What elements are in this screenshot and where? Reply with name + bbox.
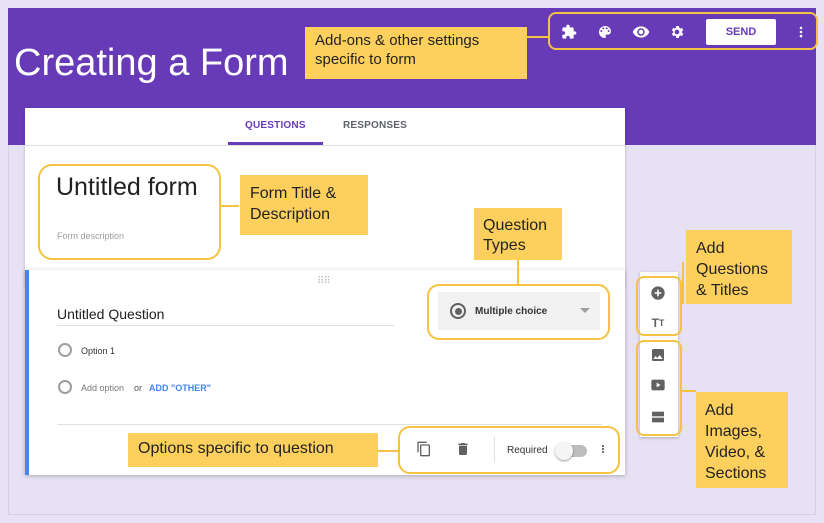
- tab-responses[interactable]: RESPONSES: [343, 120, 407, 131]
- palette-icon[interactable]: [594, 21, 616, 43]
- callout-connector: [517, 260, 519, 284]
- add-option-link[interactable]: Add option: [81, 383, 124, 393]
- more-vert-icon[interactable]: [598, 441, 608, 462]
- slide-title: Creating a Form: [14, 42, 289, 84]
- form-description-field[interactable]: Form description: [57, 231, 124, 241]
- trash-icon[interactable]: [455, 440, 471, 463]
- duplicate-icon[interactable]: [416, 440, 432, 463]
- callout-connector: [221, 205, 239, 207]
- question-title[interactable]: Untitled Question: [57, 306, 164, 322]
- add-video-icon[interactable]: [648, 375, 668, 395]
- callout-title-description: Form Title & Description: [240, 175, 368, 235]
- callout-connector: [378, 450, 398, 452]
- gear-icon[interactable]: [666, 21, 688, 43]
- eye-icon[interactable]: [630, 21, 652, 43]
- radio-type-icon: [450, 303, 466, 319]
- required-label: Required: [507, 445, 548, 456]
- form-title[interactable]: Untitled form: [56, 173, 198, 202]
- add-title-icon[interactable]: TT: [648, 313, 668, 333]
- callout-connector: [527, 36, 549, 38]
- add-image-icon[interactable]: [648, 345, 668, 365]
- callout-connector: [682, 262, 684, 304]
- options-divider: [494, 437, 495, 463]
- callout-options-specific: Options specific to question: [128, 433, 378, 467]
- callout-add-media: Add Images, Video, & Sections: [696, 392, 788, 488]
- tab-questions[interactable]: QUESTIONS: [245, 120, 306, 131]
- add-other-link[interactable]: ADD "OTHER": [149, 383, 211, 393]
- send-button[interactable]: SEND: [706, 19, 776, 45]
- callout-question-types: Question Types: [474, 208, 562, 260]
- callout-addons: Add-ons & other settings specific to for…: [305, 27, 527, 79]
- option-radio: [58, 343, 72, 357]
- more-vert-icon[interactable]: [790, 21, 812, 43]
- form-toolbar: SEND: [548, 12, 818, 50]
- puzzle-icon[interactable]: [558, 21, 580, 43]
- question-title-underline: [57, 325, 394, 326]
- callout-add-questions: Add Questions & Titles: [686, 230, 792, 304]
- add-option-radio: [58, 380, 72, 394]
- question-type-select[interactable]: Multiple choice: [438, 292, 600, 330]
- option-1-label[interactable]: Option 1: [81, 346, 115, 356]
- question-footer-divider: [57, 424, 602, 425]
- add-section-icon[interactable]: [648, 407, 668, 427]
- or-label: or: [134, 383, 143, 393]
- add-question-icon[interactable]: [648, 283, 668, 303]
- callout-connector: [682, 390, 696, 392]
- tabs-divider: [25, 145, 625, 146]
- question-type-label: Multiple choice: [475, 305, 548, 317]
- chevron-down-icon: [580, 308, 590, 313]
- drag-handle[interactable]: ⠿⠿: [317, 276, 331, 287]
- required-toggle[interactable]: [555, 442, 587, 460]
